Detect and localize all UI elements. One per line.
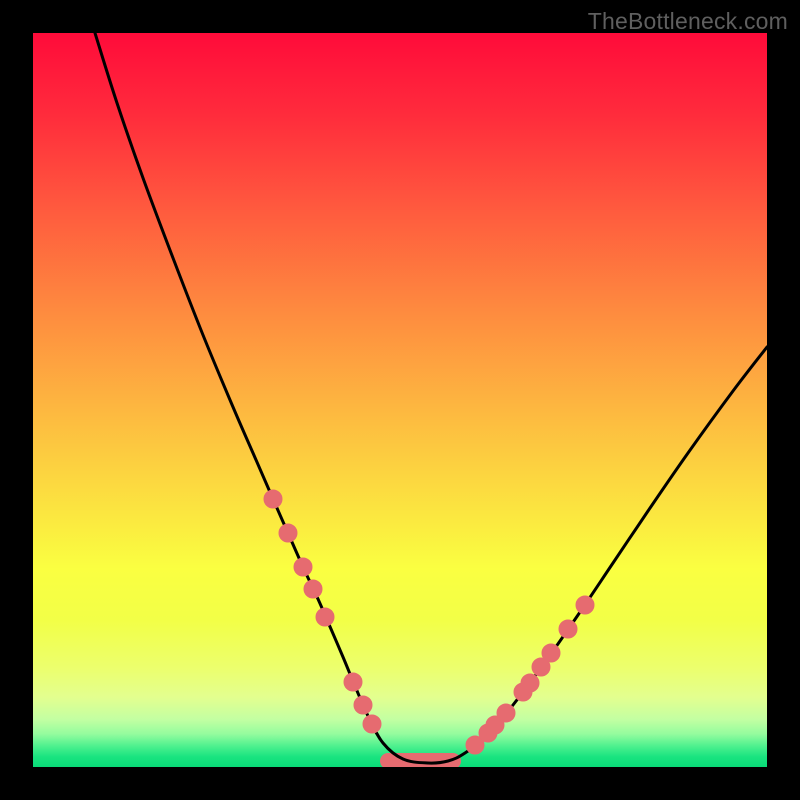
- chart-svg: [33, 33, 767, 767]
- marker-dot: [363, 715, 381, 733]
- marker-dots: [264, 490, 594, 754]
- marker-dot: [576, 596, 594, 614]
- marker-dot: [344, 673, 362, 691]
- marker-dot: [521, 674, 539, 692]
- chart-frame: [33, 33, 767, 767]
- marker-dot: [294, 558, 312, 576]
- marker-dot: [497, 704, 515, 722]
- marker-dot: [542, 644, 560, 662]
- marker-dot: [264, 490, 282, 508]
- marker-dot: [304, 580, 322, 598]
- marker-dot: [279, 524, 297, 542]
- marker-dot: [559, 620, 577, 638]
- watermark-text: TheBottleneck.com: [588, 8, 788, 35]
- marker-dot: [316, 608, 334, 626]
- bottleneck-curve: [95, 33, 767, 763]
- marker-dot: [354, 696, 372, 714]
